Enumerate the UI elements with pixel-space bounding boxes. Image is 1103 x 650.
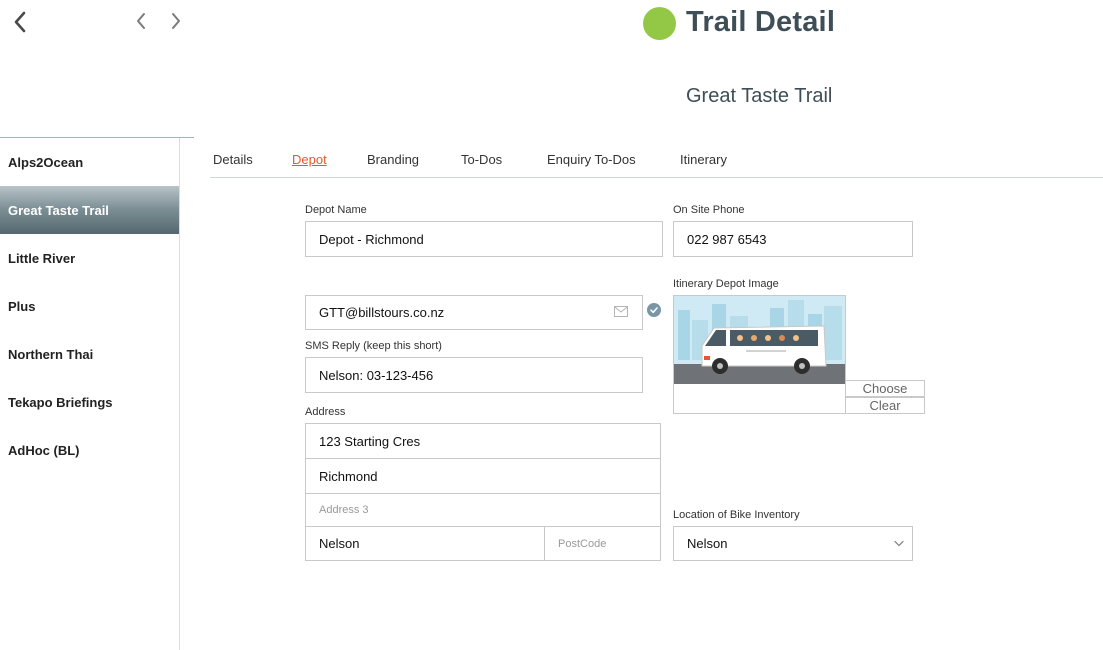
chevron-left-icon [137,13,145,29]
address-line2-value: Richmond [319,468,378,484]
tab-itinerary[interactable]: Itinerary [680,152,727,167]
mail-icon [614,306,628,317]
status-indicator [643,7,676,40]
back-button[interactable] [8,8,32,36]
bike-inventory-select[interactable]: Nelson [673,526,913,561]
postcode-field[interactable]: PostCode [544,526,661,561]
tab-to-dos[interactable]: To-Dos [461,152,502,167]
itinerary-image-label: Itinerary Depot Image [673,278,779,290]
sidebar-item-great-taste-trail[interactable]: Great Taste Trail [0,186,179,234]
sms-reply-label: SMS Reply (keep this short) [305,340,442,352]
depot-name-field[interactable]: Depot - Richmond [305,221,663,257]
on-site-phone-label: On Site Phone [673,204,745,216]
sidebar-item-alps2ocean[interactable]: Alps2Ocean [0,138,179,186]
sidebar: Alps2Ocean Great Taste Trail Little Rive… [0,137,194,650]
chevron-down-icon [894,540,904,547]
trail-list: Alps2Ocean Great Taste Trail Little Rive… [0,138,180,650]
choose-image-button[interactable]: Choose [845,380,925,397]
previous-trail-button[interactable] [130,9,152,33]
tab-enquiry-to-dos[interactable]: Enquiry To-Dos [547,152,636,167]
address-line1-field[interactable]: 123 Starting Cres [305,423,661,459]
address-line2-field[interactable]: Richmond [305,458,661,494]
depot-name-label: Depot Name [305,204,367,216]
address-line1-value: 123 Starting Cres [319,433,421,449]
sidebar-item-adhoc-bl[interactable]: AdHoc (BL) [0,426,179,474]
postcode-placeholder: PostCode [558,537,607,550]
bike-inventory-value: Nelson [687,536,728,551]
address-line3-placeholder: Address 3 [319,504,369,516]
tab-branding[interactable]: Branding [367,152,419,167]
next-trail-button[interactable] [165,9,187,33]
clear-image-button[interactable]: Clear [845,397,925,414]
sidebar-item-label: Great Taste Trail [8,202,109,218]
tab-details[interactable]: Details [213,152,253,167]
sidebar-item-label: Alps2Ocean [8,154,84,170]
check-circle-icon [647,303,661,317]
bike-inventory-label: Location of Bike Inventory [673,509,800,521]
sidebar-item-label: Tekapo Briefings [8,394,113,410]
sidebar-item-plus[interactable]: Plus [0,282,179,330]
sms-reply-field[interactable]: Nelson: 03-123-456 [305,357,643,393]
trail-name-heading: Great Taste Trail [686,85,833,107]
city-field[interactable]: Nelson [305,526,545,561]
shuttle-van-image [674,296,845,384]
sidebar-item-northern-thai[interactable]: Northern Thai [0,330,179,378]
itinerary-depot-image[interactable] [673,295,846,414]
sidebar-item-little-river[interactable]: Little River [0,234,179,282]
depot-name-value: Depot - Richmond [319,231,424,247]
sidebar-item-label: Little River [8,250,76,266]
sidebar-item-label: AdHoc (BL) [8,442,80,458]
address-line3-field[interactable]: Address 3 [305,493,661,527]
address-label: Address [305,406,346,418]
tabs-divider [210,177,1103,178]
sidebar-item-label: Northern Thai [8,346,94,362]
sidebar-item-label: Plus [8,298,36,314]
sms-reply-value: Nelson: 03-123-456 [319,367,434,383]
chevron-left-icon [14,11,26,33]
sidebar-item-tekapo-briefings[interactable]: Tekapo Briefings [0,378,179,426]
page-title: Trail Detail [686,6,836,38]
tab-depot[interactable]: Depot [292,152,327,167]
on-site-phone-value: 022 987 6543 [687,231,767,247]
on-site-phone-field[interactable]: 022 987 6543 [673,221,913,257]
email-value: GTT@billstours.co.nz [319,305,445,320]
chevron-right-icon [172,13,180,29]
city-value: Nelson [319,536,360,551]
email-field[interactable]: GTT@billstours.co.nz [305,295,643,330]
